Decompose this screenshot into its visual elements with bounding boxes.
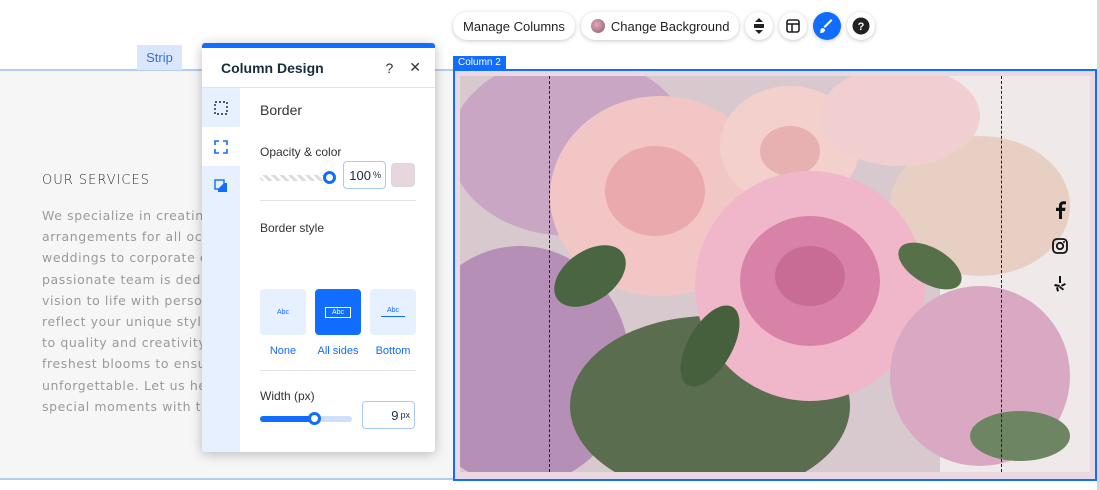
divider [260, 370, 416, 371]
width-value: 9 [391, 407, 399, 423]
arrange-icon [754, 18, 765, 34]
width-slider[interactable] [260, 412, 352, 425]
opacity-slider[interactable] [260, 171, 336, 184]
services-heading[interactable]: OUR SERVICES [42, 173, 150, 188]
width-label: Width (px) [260, 389, 315, 403]
services-line: special moments with the be [42, 398, 212, 414]
help-button[interactable]: ? [847, 12, 876, 40]
manage-columns-label: Manage Columns [463, 18, 565, 34]
services-line: to quality and creativity, we [42, 335, 212, 351]
instagram-icon[interactable] [1050, 238, 1070, 254]
services-line: reflect your unique style. Wi [42, 314, 212, 330]
panel-title: Column Design [221, 59, 324, 76]
divider [260, 200, 416, 201]
opacity-slider-handle[interactable] [323, 171, 336, 184]
opacity-unit: % [372, 170, 381, 180]
editor-canvas: Strip OUR SERVICES We specialize in crea… [0, 0, 1100, 490]
width-slider-handle[interactable] [308, 412, 322, 425]
column-guide-right [1001, 76, 1002, 472]
background-thumbnail-icon [590, 19, 605, 33]
border-color-swatch[interactable] [391, 163, 415, 187]
services-line: freshest blooms to ensure yo [42, 356, 212, 372]
opacity-value: 100 [349, 167, 371, 183]
style-label-all-sides[interactable]: All sides [315, 345, 361, 357]
svg-text:?: ? [858, 21, 865, 33]
width-slider-fill [260, 416, 316, 422]
column-guide-left [549, 76, 550, 472]
column-design-panel: Column Design ? ✕ Border Opacity & color [202, 43, 435, 452]
design-brush-icon [820, 19, 833, 33]
services-paragraph[interactable]: We specialize in creating stu arrangemen… [42, 205, 212, 417]
style-sample-text: Abc [276, 308, 290, 316]
arrange-button[interactable] [745, 12, 774, 40]
change-background-label: Change Background [610, 18, 730, 34]
panel-help-button[interactable]: ? [385, 60, 393, 76]
help-icon: ? [852, 17, 870, 35]
section-title: Border [260, 102, 303, 118]
background-tab-icon [214, 100, 228, 115]
panel-side-tabs [202, 88, 240, 452]
style-label-bottom[interactable]: Bottom [370, 345, 416, 357]
border-tab-icon [214, 139, 228, 154]
border-style-all-sides-option[interactable]: Abc [315, 289, 361, 335]
floating-toolbar: Manage Columns Change Background ? [453, 12, 876, 40]
background-tab[interactable] [202, 88, 240, 127]
manage-columns-button[interactable]: Manage Columns [453, 12, 575, 40]
facebook-icon[interactable] [1050, 201, 1070, 219]
services-line: arrangements for all occasio [42, 229, 212, 245]
services-line: weddings to corporate event [42, 250, 212, 266]
style-sample-text: Abc [380, 307, 406, 317]
yelp-icon[interactable] [1050, 276, 1070, 292]
border-tab[interactable] [202, 127, 240, 166]
services-line: vision to life with personalize [42, 292, 212, 308]
opacity-input[interactable]: 100% [343, 161, 386, 189]
column-2-tag[interactable]: Column 2 [453, 56, 506, 70]
layout-button[interactable] [779, 12, 808, 40]
width-unit: px [400, 410, 410, 420]
panel-body: Border Opacity & color 100% Border style… [260, 88, 416, 429]
border-style-none-option[interactable]: Abc [260, 289, 306, 335]
services-line: We specialize in creating stu [42, 208, 212, 223]
shadow-tab-icon [214, 178, 227, 192]
style-label-none[interactable]: None [260, 345, 306, 357]
change-background-button[interactable]: Change Background [580, 12, 740, 40]
bouquet-illustration [460, 76, 1090, 472]
panel-close-button[interactable]: ✕ [409, 59, 421, 76]
border-style-label: Border style [260, 221, 325, 235]
design-button[interactable] [813, 12, 842, 40]
strip-tag[interactable]: Strip [137, 45, 182, 70]
style-sample-text: Abc [324, 306, 352, 318]
layout-icon [786, 19, 801, 33]
shadow-tab[interactable] [202, 166, 240, 205]
opacity-label: Opacity & color [260, 145, 342, 159]
services-line: unforgettable. Let us help yo [42, 377, 212, 393]
flower-bouquet-image[interactable] [460, 76, 1090, 472]
services-line: passionate team is dedicated [42, 271, 212, 287]
width-input[interactable]: 9 px [362, 401, 415, 429]
border-style-bottom-option[interactable]: Abc [370, 289, 416, 335]
panel-header: Column Design ? ✕ [202, 48, 435, 88]
